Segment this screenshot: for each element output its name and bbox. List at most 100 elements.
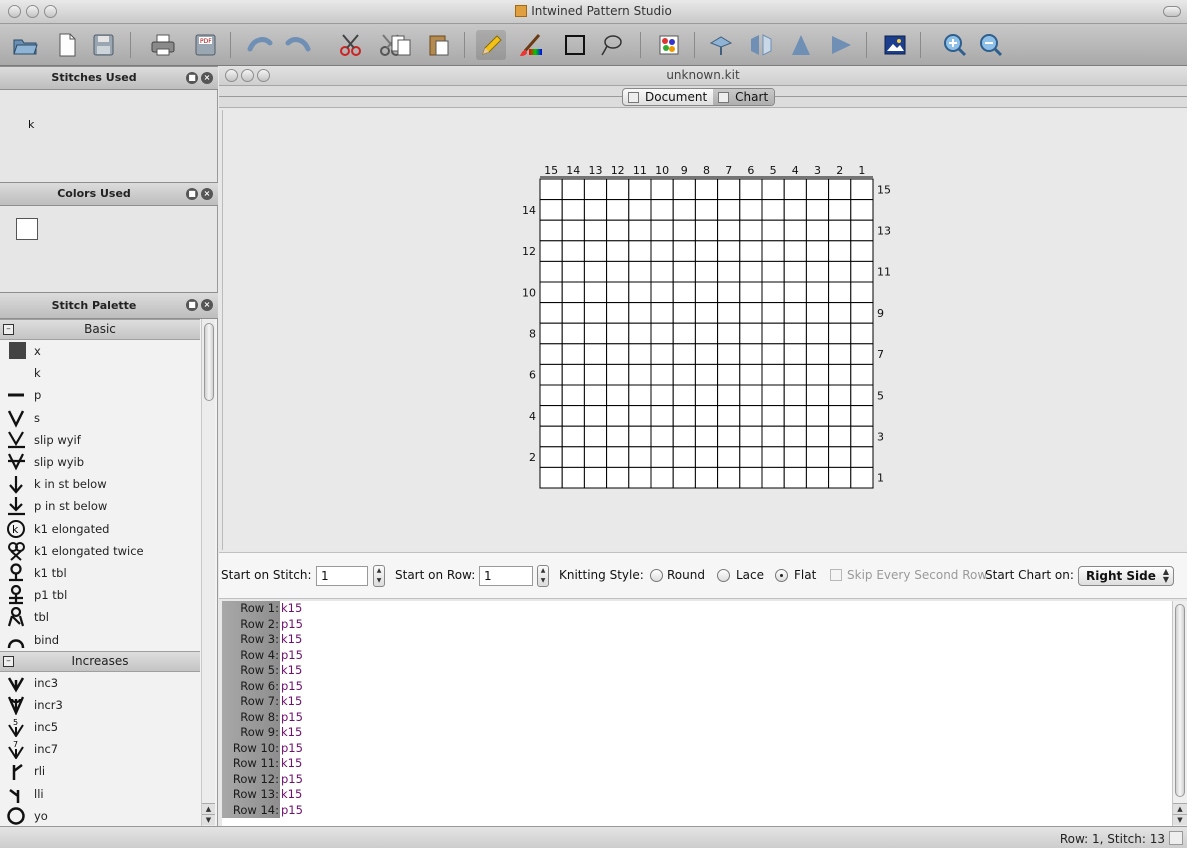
- chart-cell[interactable]: [583, 322, 608, 345]
- palette-item-rli[interactable]: rli: [0, 760, 200, 782]
- chart-cell[interactable]: [539, 178, 563, 201]
- start-on-row-input[interactable]: 1: [479, 566, 533, 586]
- chart-cell[interactable]: [583, 425, 608, 448]
- chart-cell[interactable]: [694, 260, 719, 283]
- chart-cell[interactable]: [672, 281, 696, 304]
- stitch-stepper[interactable]: ▲ ▼: [373, 565, 385, 587]
- lasso-icon[interactable]: [596, 30, 626, 60]
- chart-cell[interactable]: [717, 384, 741, 407]
- chart-cell[interactable]: [606, 425, 630, 448]
- chart-cell[interactable]: [694, 199, 719, 221]
- chart-cell[interactable]: [739, 384, 763, 407]
- chart-cell[interactable]: [539, 425, 563, 448]
- chart-cell[interactable]: [783, 405, 807, 427]
- chart-cell[interactable]: [606, 302, 630, 324]
- chart-cell[interactable]: [583, 178, 608, 201]
- chart-cell[interactable]: [717, 281, 741, 304]
- chart-cell[interactable]: [628, 343, 652, 365]
- chart-cell[interactable]: [717, 178, 741, 201]
- chart-cell[interactable]: [606, 343, 630, 365]
- palette-group-basic[interactable]: – Basic: [0, 319, 200, 340]
- chart-cell[interactable]: [828, 343, 852, 365]
- chart-cell[interactable]: [761, 384, 785, 407]
- chart-cell[interactable]: [650, 322, 674, 345]
- chart-cell[interactable]: [739, 363, 763, 386]
- palette-item-p-in-st-below[interactable]: p in st below: [0, 495, 200, 517]
- chart-cell[interactable]: [606, 322, 630, 345]
- chart-cell[interactable]: [561, 446, 585, 468]
- chart-cell[interactable]: [694, 363, 719, 386]
- chart-cell[interactable]: [628, 302, 652, 324]
- chart-cell[interactable]: [694, 343, 719, 365]
- scroll-down-icon[interactable]: ▼: [1173, 814, 1187, 825]
- chart-cell[interactable]: [694, 219, 719, 242]
- palette-item-k[interactable]: k: [0, 362, 200, 384]
- chart-cell[interactable]: [783, 281, 807, 304]
- chart-cell[interactable]: [672, 178, 696, 201]
- chart-cell[interactable]: [739, 446, 763, 468]
- chart-cell[interactable]: [650, 466, 674, 489]
- palette-item-slip-wyif[interactable]: slip wyif: [0, 429, 200, 451]
- chart-cell[interactable]: [739, 199, 763, 221]
- chart-cell[interactable]: [628, 260, 652, 283]
- chart-cell[interactable]: [828, 219, 852, 242]
- chart-cell[interactable]: [628, 219, 652, 242]
- chart-cell[interactable]: [606, 219, 630, 242]
- chart-cell[interactable]: [739, 343, 763, 365]
- chart-cell[interactable]: [539, 219, 563, 242]
- chart-cell[interactable]: [761, 260, 785, 283]
- chart-cell[interactable]: [606, 240, 630, 262]
- chart-cell[interactable]: [650, 281, 674, 304]
- chart-cell[interactable]: [672, 405, 696, 427]
- chart-cell[interactable]: [606, 384, 630, 407]
- chart-cell[interactable]: [539, 405, 563, 427]
- palette-item-k1-tbl[interactable]: k1 tbl: [0, 562, 200, 584]
- chart-cell[interactable]: [583, 302, 608, 324]
- tab-chart[interactable]: Chart: [713, 89, 775, 105]
- chart-cell[interactable]: [783, 178, 807, 201]
- print-icon[interactable]: [148, 30, 178, 60]
- chart-cell[interactable]: [561, 363, 585, 386]
- export-pdf-icon[interactable]: PDF: [190, 30, 220, 60]
- chart-cell[interactable]: [606, 363, 630, 386]
- chart-cell[interactable]: [606, 260, 630, 283]
- chart-cell[interactable]: [783, 343, 807, 365]
- chart-cell[interactable]: [761, 199, 785, 221]
- chart-cell[interactable]: [650, 363, 674, 386]
- chart-cell[interactable]: [694, 281, 719, 304]
- chart-cell[interactable]: [805, 219, 830, 242]
- tab-document[interactable]: Document: [623, 89, 713, 105]
- chart-cell[interactable]: [583, 199, 608, 221]
- chart-cell[interactable]: [650, 302, 674, 324]
- chart-cell[interactable]: [717, 425, 741, 448]
- chart-cell[interactable]: [717, 466, 741, 489]
- scroll-up-icon[interactable]: ▲: [202, 803, 215, 814]
- chart-cell[interactable]: [717, 322, 741, 345]
- chart-cell[interactable]: [761, 240, 785, 262]
- chart-cell[interactable]: [672, 219, 696, 242]
- chart-cell[interactable]: [783, 425, 807, 448]
- palette-item-k1-elongated-twice[interactable]: k1 elongated twice: [0, 540, 200, 562]
- close-panel-icon[interactable]: ×: [201, 299, 213, 311]
- row-stepper[interactable]: ▲ ▼: [537, 565, 549, 587]
- color-palette-icon[interactable]: [654, 30, 684, 60]
- chart-cell[interactable]: [672, 363, 696, 386]
- chart-cell[interactable]: [761, 405, 785, 427]
- palette-item-inc3[interactable]: inc3: [0, 672, 200, 694]
- chart-cell[interactable]: [694, 322, 719, 345]
- chart-cell[interactable]: [761, 446, 785, 468]
- chart-cell[interactable]: [561, 281, 585, 304]
- chart-cell[interactable]: [628, 466, 652, 489]
- chart-cell[interactable]: [650, 178, 674, 201]
- chart-cell[interactable]: [650, 199, 674, 221]
- chart-cell[interactable]: [783, 240, 807, 262]
- chart-cell[interactable]: [739, 178, 763, 201]
- start-chart-on-select[interactable]: Right Side ▲ ▼: [1078, 566, 1174, 586]
- chart-cell[interactable]: [717, 240, 741, 262]
- chart-cell[interactable]: [805, 446, 830, 468]
- chart-cell[interactable]: [628, 446, 652, 468]
- chart-cell[interactable]: [761, 281, 785, 304]
- chart-cell[interactable]: [561, 466, 585, 489]
- chart-cell[interactable]: [717, 405, 741, 427]
- chart-cell[interactable]: [717, 199, 741, 221]
